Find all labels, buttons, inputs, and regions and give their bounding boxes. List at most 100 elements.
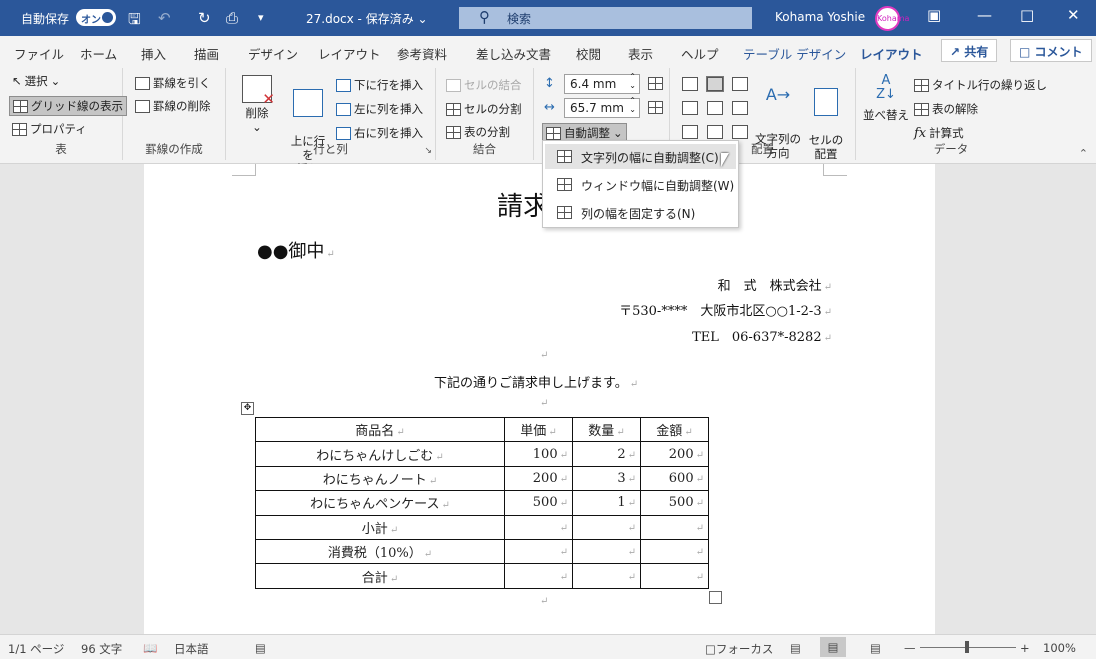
table-cell[interactable]: ↵ <box>504 563 573 589</box>
table-cell[interactable]: 3 ↵ <box>572 465 641 492</box>
table-cell[interactable]: ↵ <box>640 563 709 589</box>
split-cells-button[interactable]: セルの分割 <box>446 101 522 117</box>
split-table-button[interactable]: 表の分割 <box>446 124 510 140</box>
table-cell[interactable]: わにちゃんペンケース ↵ <box>255 490 505 516</box>
close-icon[interactable]: ✕ <box>1067 6 1080 24</box>
align-top-left-icon[interactable] <box>682 77 698 91</box>
ribbon-display-icon[interactable]: ▣ <box>927 6 941 24</box>
table-cell[interactable]: 1 ↵ <box>572 490 641 516</box>
page[interactable]: 請求 ●●御中 ↵ 和 式 株式会社 ↵ 〒530-**** 大阪市北区○○1-2-… <box>144 164 935 634</box>
table-cell[interactable]: ↵ <box>504 538 573 565</box>
tab-insert[interactable]: 挿入 <box>141 44 166 63</box>
tab-mailings[interactable]: 差し込み文書 <box>476 44 551 63</box>
save-icon[interactable]: 🖫 <box>128 9 141 34</box>
table-move-handle-icon[interactable]: ✥ <box>241 402 254 415</box>
minimize-icon[interactable]: — <box>977 6 992 24</box>
autosave-toggle[interactable]: オン <box>76 9 116 26</box>
table-cell[interactable]: ↵ <box>572 538 641 565</box>
page-count[interactable]: 1/1 ページ <box>8 641 64 657</box>
accessibility-icon[interactable]: ▤ <box>255 641 266 655</box>
align-bottom-right-icon[interactable] <box>732 125 748 139</box>
zoom-level[interactable]: 100% <box>1043 641 1076 655</box>
avatar[interactable]: Kohama <box>875 6 909 31</box>
print-layout-icon[interactable]: ▤ <box>820 637 846 657</box>
fixed-column-width-item[interactable]: 列の幅を固定する(N) <box>545 200 736 225</box>
table-cell[interactable]: 600 ↵ <box>640 465 709 492</box>
formula-button[interactable]: fx 計算式 <box>914 125 964 141</box>
distribute-columns-icon[interactable] <box>648 101 663 114</box>
row-height-input[interactable]: 6.4 mm <box>564 72 640 94</box>
eraser-button[interactable]: 罫線の削除 <box>135 98 211 114</box>
insert-left-button[interactable]: 左に列を挿入 <box>336 101 423 117</box>
dialog-launcher-icon[interactable]: ↘ <box>424 146 432 156</box>
tab-draw[interactable]: 描画 <box>194 44 219 63</box>
table-cell[interactable]: 2 ↵ <box>572 441 641 467</box>
align-middle-left-icon[interactable] <box>682 101 698 115</box>
customize-toolbar-icon[interactable]: ▾ <box>258 11 264 24</box>
collapse-ribbon-icon[interactable]: ⌃ <box>1079 147 1088 160</box>
tab-view[interactable]: 表示 <box>628 44 653 63</box>
user-name[interactable]: Kohama Yoshie <box>775 10 865 24</box>
tab-review[interactable]: 校閲 <box>576 44 601 63</box>
table-cell[interactable]: ↵ <box>572 563 641 589</box>
print-preview-icon[interactable]: ⎙ <box>226 9 238 27</box>
focus-mode-button[interactable]: □フォーカス <box>705 641 773 657</box>
align-middle-center-icon[interactable] <box>707 101 723 115</box>
word-count[interactable]: 96 文字 <box>81 641 122 657</box>
tab-help[interactable]: ヘルプ <box>681 44 719 63</box>
zoom-slider-thumb[interactable] <box>965 641 969 653</box>
align-top-right-icon[interactable] <box>732 77 748 91</box>
language[interactable]: 日本語 <box>174 641 209 657</box>
merge-cells-button[interactable]: セルの結合 <box>446 77 522 93</box>
tab-page-layout[interactable]: レイアウト <box>318 44 381 63</box>
sort-button[interactable]: A Z↓ 並べ替え <box>862 74 910 123</box>
table-cell[interactable]: ↵ <box>640 514 709 540</box>
document-title[interactable]: 27.docx - 保存済み ⌄ <box>306 10 428 27</box>
undo-icon[interactable]: ↶ <box>158 9 171 27</box>
table-header-cell[interactable]: 商品名 ↵ <box>255 416 505 443</box>
table-cell[interactable]: 200 ↵ <box>504 465 573 492</box>
table-cell[interactable]: 消費税（10%） ↵ <box>255 538 505 565</box>
table-header-cell[interactable]: 金額 ↵ <box>640 416 709 443</box>
table-cell[interactable]: ↵ <box>504 514 573 540</box>
table-header-cell[interactable]: 数量 ↵ <box>572 416 641 443</box>
align-bottom-center-icon[interactable] <box>707 125 723 139</box>
tab-references[interactable]: 参考資料 <box>397 44 447 63</box>
zoom-in-icon[interactable]: + <box>1020 641 1030 655</box>
search-box[interactable]: ⚲ 検索 <box>459 7 752 29</box>
align-top-center-icon[interactable] <box>706 76 724 92</box>
table-cell[interactable]: わにちゃんけしごむ ↵ <box>255 441 505 467</box>
table-cell[interactable]: 200 ↵ <box>640 441 709 467</box>
insert-right-button[interactable]: 右に列を挿入 <box>336 125 423 141</box>
tab-design[interactable]: デザイン <box>248 44 298 63</box>
zoom-out-icon[interactable]: — <box>904 641 916 655</box>
table-resize-handle-icon[interactable] <box>709 591 722 604</box>
view-gridlines-button[interactable]: グリッド線の表示 <box>9 96 127 116</box>
table-cell[interactable]: 500 ↵ <box>504 490 573 516</box>
share-button[interactable]: ↗ 共有 <box>941 39 998 62</box>
autofit-window-item[interactable]: ウィンドウ幅に自動調整(W) <box>545 172 736 197</box>
properties-button[interactable]: プロパティ <box>12 121 87 137</box>
table-cell[interactable]: ↵ <box>640 538 709 565</box>
table-cell[interactable]: 100 ↵ <box>504 441 573 467</box>
table-header-cell[interactable]: 単価 ↵ <box>504 416 573 443</box>
table-cell[interactable]: 500 ↵ <box>640 490 709 516</box>
maximize-icon[interactable]: □ <box>1020 6 1034 24</box>
invoice-table[interactable]: 商品名 ↵ 単価 ↵ 数量 ↵ 金額 ↵ わにちゃんけしごむ ↵ 100 ↵ 2 ↵ 200 ↵… <box>255 416 709 589</box>
align-bottom-left-icon[interactable] <box>682 125 698 139</box>
column-width-input[interactable]: 65.7 mm <box>564 96 640 118</box>
select-button[interactable]: ↖ 選択 ⌄ <box>12 73 60 89</box>
tab-home[interactable]: ホーム <box>80 44 117 63</box>
insert-above-button[interactable]: 上に行を 挿入 <box>286 75 330 176</box>
insert-below-button[interactable]: 下に行を挿入 <box>336 77 423 93</box>
autofit-contents-item[interactable]: 文字列の幅に自動調整(C) <box>545 144 736 169</box>
comment-button[interactable]: □ コメント <box>1010 39 1092 62</box>
table-cell[interactable]: わにちゃんノート ↵ <box>255 465 505 492</box>
read-mode-icon[interactable]: ▤ <box>790 641 801 655</box>
tab-table-layout[interactable]: レイアウト <box>860 44 923 69</box>
tab-table-design[interactable]: テーブル デザイン <box>743 44 846 63</box>
redo-icon[interactable]: ↻ <box>198 9 211 27</box>
table-cell[interactable]: 小計 ↵ <box>255 514 505 540</box>
web-layout-icon[interactable]: ▤ <box>870 641 881 655</box>
tab-file[interactable]: ファイル <box>14 44 64 63</box>
